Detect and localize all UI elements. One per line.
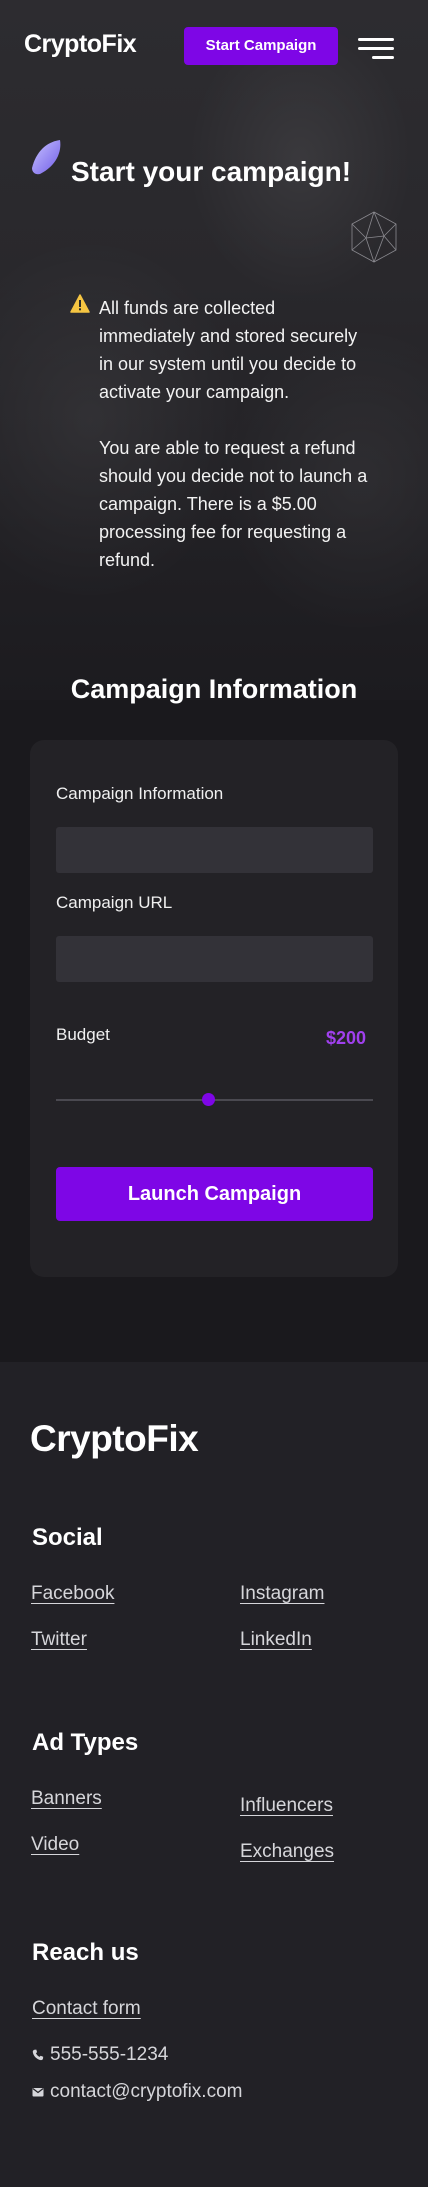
warning-icon — [70, 294, 90, 313]
footer-logo[interactable]: CryptoFix — [30, 1418, 199, 1460]
email-contact: contact@cryptofix.com — [32, 2081, 242, 2103]
phone-contact: 555-555-1234 — [32, 2044, 168, 2066]
facebook-link[interactable]: Facebook — [31, 1583, 114, 1605]
hamburger-menu-icon[interactable] — [356, 36, 394, 62]
wireframe-polyhedron-icon — [351, 211, 397, 263]
instagram-link[interactable]: Instagram — [240, 1583, 324, 1605]
site-header: CryptoFix Start Campaign — [0, 0, 428, 90]
email-address: contact@cryptofix.com — [50, 2081, 243, 2102]
video-link[interactable]: Video — [31, 1834, 79, 1856]
campaign-info-label: Campaign Information — [56, 784, 224, 803]
section-title: Campaign Information — [70, 674, 358, 704]
funds-notice: All funds are collected immediately and … — [99, 294, 369, 574]
contact-form-link[interactable]: Contact form — [32, 1998, 141, 2020]
influencers-link[interactable]: Influencers — [240, 1795, 333, 1817]
phone-icon — [32, 2049, 44, 2061]
mail-icon — [32, 2087, 44, 2097]
banners-link[interactable]: Banners — [31, 1788, 102, 1810]
hero-title: Start your campaign! — [71, 156, 352, 187]
campaign-info-input[interactable] — [56, 827, 373, 873]
social-heading: Social — [32, 1524, 103, 1551]
phone-number: 555-555-1234 — [50, 2044, 169, 2065]
notice-paragraph: You are able to request a refund should … — [99, 438, 368, 570]
exchanges-link[interactable]: Exchanges — [240, 1841, 334, 1863]
campaign-url-label: Campaign URL — [56, 893, 173, 912]
campaign-url-input[interactable] — [56, 936, 373, 982]
launch-campaign-button[interactable]: Launch Campaign — [56, 1167, 373, 1221]
site-logo[interactable]: CryptoFix — [24, 30, 137, 59]
twitter-link[interactable]: Twitter — [31, 1629, 87, 1651]
budget-label: Budget — [56, 1025, 110, 1044]
budget-value: $200 — [325, 1028, 366, 1048]
start-campaign-button[interactable]: Start Campaign — [184, 27, 338, 65]
decorative-shape-icon — [32, 140, 61, 175]
ad-types-heading: Ad Types — [32, 1729, 139, 1756]
reach-us-heading: Reach us — [32, 1939, 139, 1966]
notice-paragraph: All funds are collected immediately and … — [99, 298, 358, 402]
linkedin-link[interactable]: LinkedIn — [240, 1629, 312, 1651]
